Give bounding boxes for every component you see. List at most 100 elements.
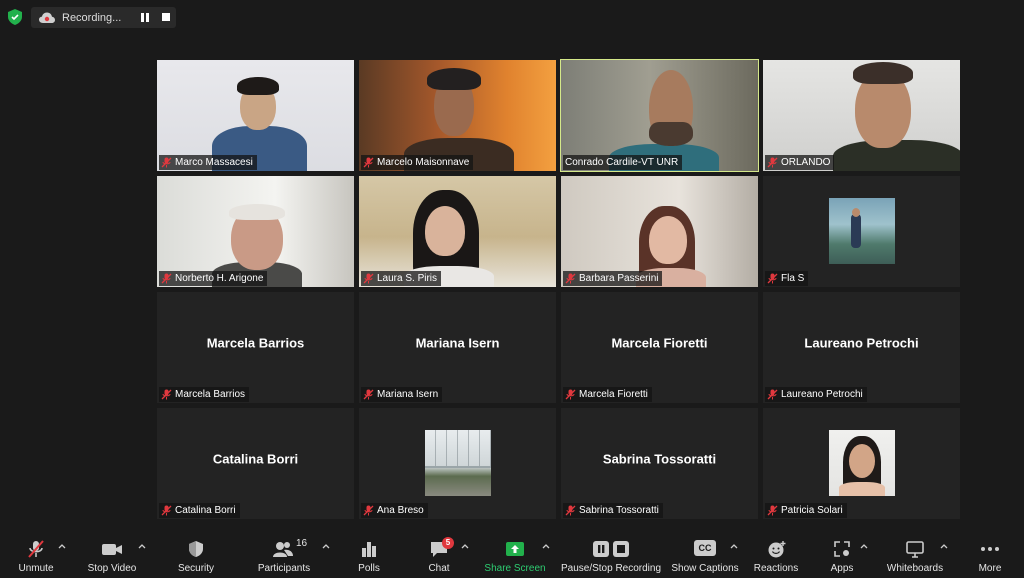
participant-tile[interactable]: Fla S: [763, 176, 960, 287]
video-options-caret-icon[interactable]: [138, 542, 146, 550]
chat-label: Chat: [428, 563, 450, 574]
participant-name: Barbara Passerini: [579, 273, 659, 284]
participant-nameplate: Laureano Petrochi: [765, 387, 867, 402]
video-camera-icon: [102, 544, 122, 555]
chat-options-caret-icon[interactable]: [461, 542, 469, 550]
share-options-caret-icon[interactable]: [542, 542, 550, 550]
participant-tile[interactable]: Barbara Passerini: [561, 176, 758, 287]
muted-mic-icon: [363, 389, 374, 400]
muted-mic-icon: [363, 157, 374, 168]
show-captions-label: Show Captions: [671, 563, 739, 574]
participant-name: Sabrina Tossoratti: [579, 505, 659, 516]
whiteboards-label: Whiteboards: [886, 563, 944, 574]
participant-name: Catalina Borri: [175, 505, 236, 516]
participant-name: Norberto H. Arigone: [175, 273, 264, 284]
pause-stop-recording-label: Pause/Stop Recording: [560, 563, 662, 574]
participant-tile[interactable]: Marcelo Maisonnave: [359, 60, 556, 171]
meeting-toolbar: Unmute Stop Video Security 16 Participan…: [0, 530, 1024, 578]
participant-tile[interactable]: Marcela Barrios Marcela Barrios: [157, 292, 354, 403]
stop-recording-button[interactable]: [162, 13, 170, 21]
share-screen-button[interactable]: Share Screen: [484, 530, 546, 578]
participant-display-name: Laureano Petrochi: [804, 335, 919, 351]
recording-indicator: Recording...: [31, 7, 176, 28]
participant-nameplate: Mariana Isern: [361, 387, 443, 402]
participant-tile[interactable]: Sabrina Tossoratti Sabrina Tossoratti: [561, 408, 758, 519]
gallery-view: Marco Massacesi Marcelo Maisonnave Conra…: [157, 59, 960, 520]
participant-name: Patricia Solari: [781, 505, 843, 516]
participant-name: Conrado Cardile-VT UNR: [565, 157, 679, 168]
participant-name: Marcelo Maisonnave: [377, 157, 470, 168]
participant-tile[interactable]: ORLANDO: [763, 60, 960, 171]
security-button[interactable]: Security: [176, 530, 216, 578]
participant-display-name: Marcela Fioretti: [611, 335, 708, 351]
participant-nameplate: Barbara Passerini: [563, 271, 663, 286]
pause-recording-button[interactable]: [141, 13, 150, 22]
participant-tile[interactable]: Laura S. Piris: [359, 176, 556, 287]
apps-grid-icon: [834, 541, 850, 557]
participant-tile[interactable]: Marco Massacesi: [157, 60, 354, 171]
encryption-shield-icon[interactable]: [8, 9, 22, 25]
unmute-button[interactable]: Unmute: [16, 530, 56, 578]
participant-nameplate: Marcelo Maisonnave: [361, 155, 474, 170]
whiteboard-icon: [906, 541, 924, 558]
participant-tile[interactable]: Catalina Borri Catalina Borri: [157, 408, 354, 519]
participants-button[interactable]: 16 Participants: [258, 530, 310, 578]
participants-options-caret-icon[interactable]: [322, 542, 330, 550]
profile-picture: [828, 198, 895, 264]
polls-label: Polls: [358, 563, 380, 574]
more-dots-icon: [981, 547, 999, 551]
participant-tile[interactable]: Norberto H. Arigone: [157, 176, 354, 287]
participant-nameplate: Fla S: [765, 271, 809, 286]
participant-nameplate: Marcela Fioretti: [563, 387, 652, 402]
participant-name: Mariana Isern: [377, 389, 439, 400]
muted-mic-icon: [767, 505, 778, 516]
polls-button[interactable]: Polls: [352, 530, 386, 578]
unread-badge: 5: [442, 537, 454, 549]
participants-icon: [273, 542, 293, 557]
pause-stop-recording-button[interactable]: Pause/Stop Recording: [560, 530, 662, 578]
reactions-button[interactable]: Reactions: [754, 530, 798, 578]
participant-name: Laureano Petrochi: [781, 389, 863, 400]
participant-display-name: Sabrina Tossoratti: [602, 451, 717, 467]
pause-stop-icon: [593, 541, 629, 557]
muted-mic-icon: [28, 540, 44, 558]
smiley-icon: [768, 541, 786, 558]
reactions-label: Reactions: [753, 563, 799, 574]
participant-tile[interactable]: Mariana Isern Mariana Isern: [359, 292, 556, 403]
apps-button[interactable]: Apps: [826, 530, 858, 578]
muted-mic-icon: [565, 273, 576, 284]
participant-nameplate: ORLANDO: [765, 155, 835, 170]
participant-nameplate: Catalina Borri: [159, 503, 240, 518]
whiteboards-options-caret-icon[interactable]: [940, 542, 948, 550]
bar-chart-icon: [362, 542, 376, 557]
participant-name: ORLANDO: [781, 157, 831, 168]
apps-label: Apps: [830, 563, 854, 574]
profile-picture: [828, 430, 895, 496]
captions-options-caret-icon[interactable]: [730, 542, 738, 550]
participant-nameplate: Ana Breso: [361, 503, 428, 518]
muted-mic-icon: [565, 505, 576, 516]
show-captions-button[interactable]: CC Show Captions: [671, 530, 739, 578]
participant-nameplate: Norberto H. Arigone: [159, 271, 268, 286]
participant-nameplate: Sabrina Tossoratti: [563, 503, 663, 518]
participant-tile[interactable]: Ana Breso: [359, 408, 556, 519]
participant-nameplate: Conrado Cardile-VT UNR: [563, 155, 683, 170]
participant-name: Marcela Barrios: [175, 389, 246, 400]
apps-options-caret-icon[interactable]: [860, 542, 868, 550]
active-speaker-tile[interactable]: Conrado Cardile-VT UNR: [560, 59, 759, 172]
stop-video-button[interactable]: Stop Video: [88, 530, 136, 578]
more-button[interactable]: More: [972, 530, 1008, 578]
participant-tile[interactable]: Patricia Solari: [763, 408, 960, 519]
participant-name: Laura S. Piris: [377, 273, 438, 284]
chat-button[interactable]: 5 Chat: [422, 530, 456, 578]
muted-mic-icon: [161, 389, 172, 400]
participant-tile[interactable]: Marcela Fioretti Marcela Fioretti: [561, 292, 758, 403]
whiteboards-button[interactable]: Whiteboards: [884, 530, 946, 578]
participant-tile[interactable]: Laureano Petrochi Laureano Petrochi: [763, 292, 960, 403]
unmute-label: Unmute: [18, 563, 54, 574]
muted-mic-icon: [161, 157, 172, 168]
participant-nameplate: Marcela Barrios: [159, 387, 250, 402]
audio-options-caret-icon[interactable]: [58, 542, 66, 550]
closed-captions-icon: CC: [694, 540, 716, 556]
participant-nameplate: Marco Massacesi: [159, 155, 257, 170]
